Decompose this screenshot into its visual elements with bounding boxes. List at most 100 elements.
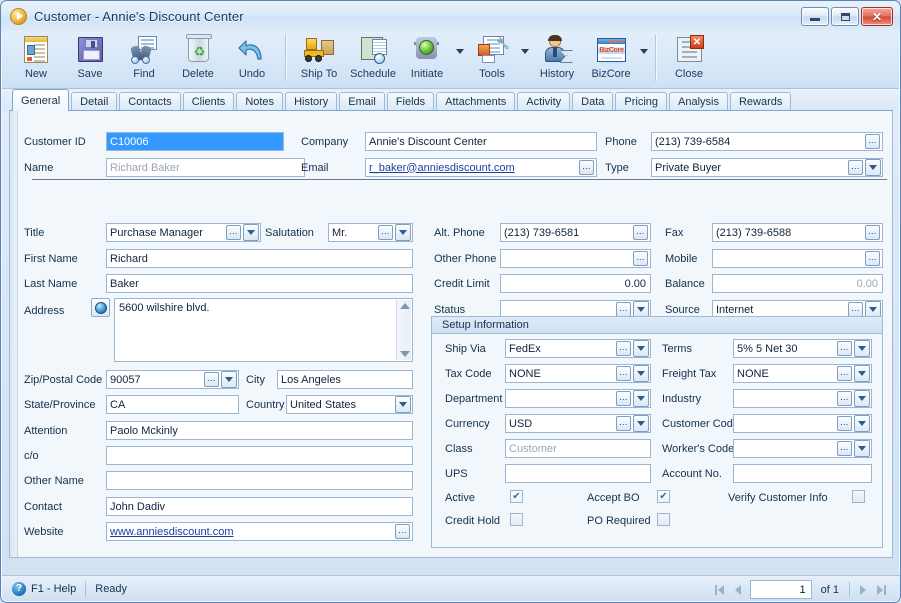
tab-fields[interactable]: Fields — [386, 92, 435, 111]
currency-field[interactable]: … — [505, 414, 651, 433]
state-input[interactable] — [107, 396, 238, 413]
credit-hold-checkbox[interactable] — [510, 513, 523, 526]
salutation-ellipsis-button[interactable]: … — [378, 225, 393, 240]
toolbar-button-close[interactable]: ✕ Close — [662, 31, 716, 87]
salutation-chevron-down-icon[interactable] — [395, 224, 411, 241]
contact-input[interactable] — [107, 498, 412, 515]
tax-code-ellipsis-button[interactable]: … — [616, 366, 631, 381]
type-ellipsis-button[interactable]: … — [848, 160, 863, 175]
credit-limit-input[interactable] — [501, 275, 650, 292]
tab-email[interactable]: Email — [339, 92, 385, 111]
toolbar-button-delete[interactable]: ♻ Delete — [171, 31, 225, 87]
city-field[interactable] — [277, 370, 413, 389]
account-no-input[interactable] — [734, 465, 871, 482]
ship-via-ellipsis-button[interactable]: … — [616, 341, 631, 356]
country-field[interactable] — [286, 395, 413, 414]
type-input[interactable] — [652, 159, 848, 176]
customer-code-ellipsis-button[interactable]: … — [837, 416, 852, 431]
department-ellipsis-button[interactable]: … — [616, 391, 631, 406]
tab-activity[interactable]: Activity — [517, 92, 571, 111]
active-checkbox[interactable] — [510, 490, 523, 503]
mobile-ellipsis-button[interactable]: … — [865, 251, 880, 266]
scroll-up-icon[interactable] — [400, 303, 410, 309]
tab-notes[interactable]: Notes — [236, 92, 284, 111]
accept-bo-checkbox[interactable] — [657, 490, 670, 503]
website-field[interactable]: www.anniesdiscount.com … — [106, 522, 413, 541]
ship-via-chevron-down-icon[interactable] — [633, 340, 649, 357]
title-chevron-down-icon[interactable] — [243, 224, 259, 241]
mobile-field[interactable]: … — [712, 249, 883, 268]
terms-input[interactable] — [734, 340, 837, 357]
freight-tax-field[interactable]: … — [733, 364, 872, 383]
address-globe-icon[interactable] — [91, 298, 110, 317]
first-name-input[interactable] — [107, 250, 412, 267]
alt-phone-field[interactable]: … — [500, 223, 651, 242]
name-input[interactable] — [107, 159, 304, 176]
verify-customer-checkbox[interactable] — [852, 490, 865, 503]
initiate-dropdown-arrow[interactable] — [454, 31, 465, 87]
maximize-button[interactable] — [831, 7, 859, 26]
tax-code-chevron-down-icon[interactable] — [633, 365, 649, 382]
minimize-button[interactable] — [801, 7, 829, 26]
address-scrollbar[interactable] — [396, 300, 411, 360]
tax-code-input[interactable] — [506, 365, 616, 382]
name-field[interactable] — [106, 158, 305, 177]
first-record-button[interactable] — [711, 580, 729, 599]
contact-field[interactable] — [106, 497, 413, 516]
po-required-checkbox[interactable] — [657, 513, 670, 526]
phone-input[interactable] — [652, 133, 865, 150]
zip-field[interactable]: … — [106, 370, 239, 389]
account-no-field[interactable] — [733, 464, 872, 483]
fax-input[interactable] — [713, 224, 865, 241]
workers-code-input[interactable] — [734, 440, 837, 457]
alt-phone-input[interactable] — [501, 224, 633, 241]
freight-tax-ellipsis-button[interactable]: … — [837, 366, 852, 381]
email-field[interactable]: r_baker@anniesdiscount.com … — [365, 158, 597, 177]
help-question-icon[interactable]: ? — [12, 581, 26, 596]
toolbar-button-tools[interactable]: 🔧 Tools — [465, 31, 519, 87]
tab-analysis[interactable]: Analysis — [669, 92, 728, 111]
workers-code-chevron-down-icon[interactable] — [854, 440, 870, 457]
current-record-field[interactable]: 1 — [749, 580, 812, 599]
toolbar-button-save[interactable]: Save — [63, 31, 117, 87]
type-chevron-down-icon[interactable] — [865, 159, 881, 176]
other-name-input[interactable] — [107, 472, 412, 489]
other-phone-input[interactable] — [501, 250, 633, 267]
toolbar-button-initiate[interactable]: Initiate — [400, 31, 454, 87]
type-field[interactable]: … — [651, 158, 883, 177]
tab-detail[interactable]: Detail — [71, 92, 118, 111]
phone-field[interactable]: … — [651, 132, 883, 151]
toolbar-button-find[interactable]: Find — [117, 31, 171, 87]
zip-input[interactable] — [107, 371, 204, 388]
tab-history[interactable]: History — [285, 92, 338, 111]
ups-field[interactable] — [505, 464, 651, 483]
terms-ellipsis-button[interactable]: … — [837, 341, 852, 356]
email-link[interactable]: r_baker@anniesdiscount.com — [366, 162, 579, 174]
website-link[interactable]: www.anniesdiscount.com — [107, 526, 395, 538]
phone-ellipsis-button[interactable]: … — [865, 134, 880, 149]
industry-ellipsis-button[interactable]: … — [837, 391, 852, 406]
toolbar-button-schedule[interactable]: Schedule — [346, 31, 400, 87]
first-name-field[interactable] — [106, 249, 413, 268]
terms-field[interactable]: … — [733, 339, 872, 358]
mobile-input[interactable] — [713, 250, 865, 267]
fax-field[interactable]: … — [712, 223, 883, 242]
toolbar-button-history[interactable]: History — [530, 31, 584, 87]
title-input[interactable] — [107, 224, 226, 241]
salutation-field[interactable]: … — [328, 223, 413, 242]
credit-limit-field[interactable] — [500, 274, 651, 293]
next-record-button[interactable] — [854, 580, 872, 599]
workers-code-field[interactable]: … — [733, 439, 872, 458]
last-name-input[interactable] — [107, 275, 412, 292]
ship-via-input[interactable] — [506, 340, 616, 357]
other-phone-ellipsis-button[interactable]: … — [633, 251, 648, 266]
ups-input[interactable] — [506, 465, 650, 482]
toolbar-button-undo[interactable]: Undo — [225, 31, 279, 87]
tab-data[interactable]: Data — [572, 92, 614, 111]
alt-phone-ellipsis-button[interactable]: … — [633, 225, 648, 240]
industry-chevron-down-icon[interactable] — [854, 390, 870, 407]
email-ellipsis-button[interactable]: … — [579, 160, 594, 175]
bizcore-dropdown-arrow[interactable] — [638, 31, 649, 87]
fax-ellipsis-button[interactable]: … — [865, 225, 880, 240]
currency-chevron-down-icon[interactable] — [633, 415, 649, 432]
